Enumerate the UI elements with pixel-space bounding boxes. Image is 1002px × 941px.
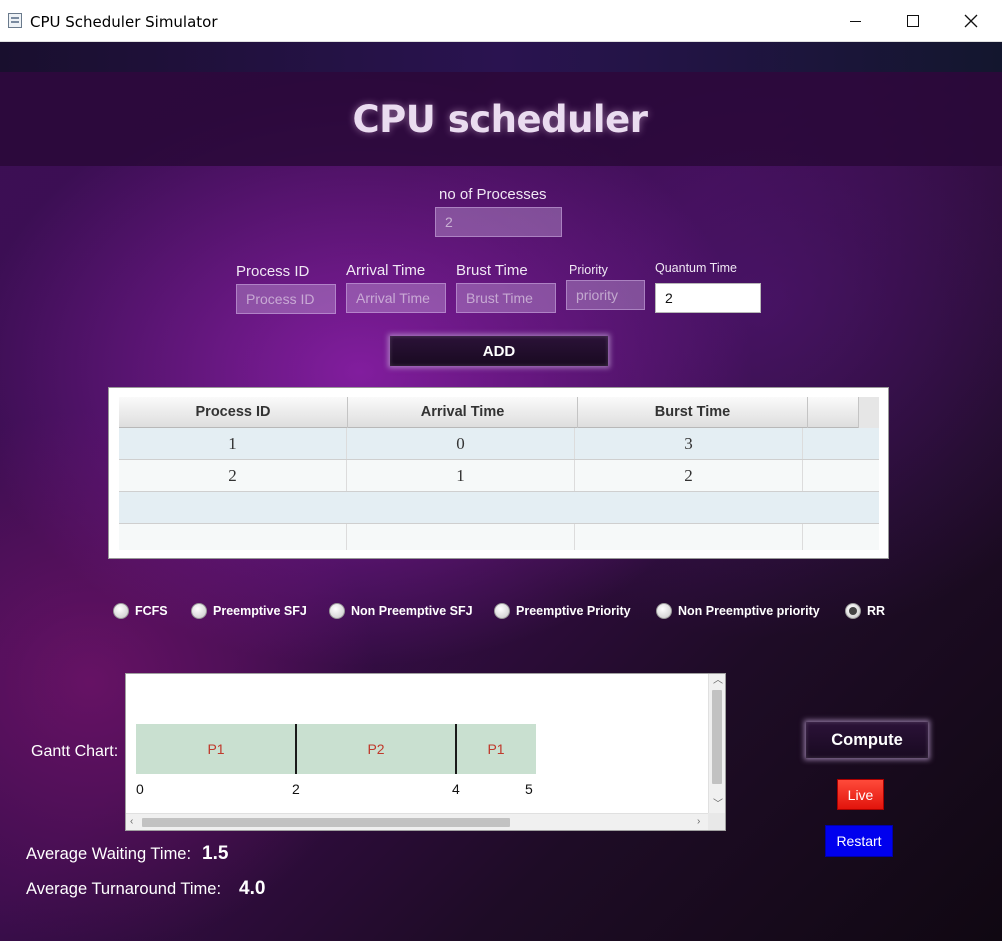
avg-turnaround-time-label: Average Turnaround Time: <box>26 880 222 898</box>
radio-non-preemptive-sjf[interactable]: Non Preemptive SFJ <box>329 603 473 619</box>
cell-arrival-time: 1 <box>347 460 575 491</box>
quantum-time-input[interactable] <box>655 283 761 313</box>
radio-fcfs[interactable]: FCFS <box>113 603 168 619</box>
cell-process-id: 1 <box>119 428 347 459</box>
process-table: Process ID Arrival Time Burst Time 1 0 3… <box>108 387 889 559</box>
processes-count-input[interactable] <box>435 207 562 237</box>
top-strip <box>0 42 1002 72</box>
radio-preemptive-priority[interactable]: Preemptive Priority <box>494 603 631 619</box>
close-icon <box>964 14 978 28</box>
gantt-divider <box>295 724 297 774</box>
restart-button[interactable]: Restart <box>825 825 893 857</box>
live-button[interactable]: Live <box>837 779 884 810</box>
radio-non-preemptive-priority[interactable]: Non Preemptive priority <box>656 603 820 619</box>
table-row[interactable]: 2 1 2 <box>119 460 879 492</box>
radio-indicator <box>191 603 207 619</box>
horizontal-scroll-thumb[interactable] <box>142 818 510 827</box>
column-header-filler <box>808 397 858 428</box>
radio-rr[interactable]: RR <box>845 603 885 619</box>
process-id-input[interactable] <box>236 284 336 314</box>
radio-preemptive-sjf[interactable]: Preemptive SFJ <box>191 603 307 619</box>
avg-waiting-time: Average Waiting Time: 1.5 <box>26 843 228 864</box>
cell-burst-time: 2 <box>575 460 803 491</box>
radio-label: RR <box>867 604 886 618</box>
scroll-left-icon[interactable]: ‹ <box>130 817 133 827</box>
add-button[interactable]: ADD <box>390 336 608 366</box>
table-scroll-corner <box>858 397 879 428</box>
table-row-empty <box>119 492 879 524</box>
gantt-chart-label: Gantt Chart: <box>31 743 119 760</box>
maximize-button[interactable] <box>884 0 942 42</box>
radio-indicator <box>329 603 345 619</box>
radio-label: FCFS <box>135 604 168 618</box>
radio-label: Non Preemptive priority <box>678 604 820 618</box>
scroll-down-icon[interactable]: ﹀ <box>713 800 723 810</box>
window-titlebar: CPU Scheduler Simulator <box>0 0 1002 42</box>
column-header-arrival-time[interactable]: Arrival Time <box>348 397 578 428</box>
table-header: Process ID Arrival Time Burst Time <box>119 397 879 428</box>
gantt-tick-label: 2 <box>292 781 300 797</box>
avg-turnaround-time: Average Turnaround Time: 4.0 <box>26 878 265 899</box>
quantum-time-label: Quantum Time <box>655 261 737 275</box>
priority-input[interactable] <box>566 280 645 310</box>
scroll-right-icon[interactable]: › <box>697 817 700 827</box>
priority-label: Priority <box>569 263 608 277</box>
scroll-corner <box>708 813 725 830</box>
arrival-time-input[interactable] <box>346 283 446 313</box>
burst-time-input[interactable] <box>456 283 556 313</box>
radio-indicator <box>656 603 672 619</box>
column-header-process-id[interactable]: Process ID <box>119 397 348 428</box>
horizontal-scrollbar[interactable]: ‹ › <box>126 813 709 830</box>
app-icon <box>8 13 22 28</box>
scroll-up-icon[interactable]: ︿ <box>713 676 723 686</box>
gantt-tick-label: 4 <box>452 781 460 797</box>
radio-label: Preemptive Priority <box>516 604 631 618</box>
maximize-icon <box>907 15 919 27</box>
avg-turnaround-time-value: 4.0 <box>239 878 266 899</box>
radio-label: Non Preemptive SFJ <box>351 604 473 618</box>
table-row[interactable]: 1 0 3 <box>119 428 879 460</box>
page-title: CPU scheduler <box>352 98 648 141</box>
radio-indicator-selected <box>845 603 861 619</box>
vertical-scrollbar[interactable]: ︿ ﹀ <box>708 674 725 814</box>
table-row-empty <box>119 524 879 550</box>
gantt-divider <box>455 724 457 774</box>
gantt-chart-area: P1 P2 P1 0 2 4 5 <box>126 674 709 814</box>
cell-burst-time: 3 <box>575 428 803 459</box>
burst-time-label: Brust Time <box>456 262 528 279</box>
arrival-time-label: Arrival Time <box>346 262 426 279</box>
gantt-segment-p1: P1 <box>136 724 296 774</box>
gantt-tick-label: 0 <box>136 781 144 797</box>
compute-button[interactable]: Compute <box>806 722 928 758</box>
gantt-segment-p2: P2 <box>296 724 456 774</box>
avg-waiting-time-value: 1.5 <box>202 843 229 864</box>
process-id-label: Process ID <box>236 263 310 280</box>
radio-label: Preemptive SFJ <box>213 604 307 618</box>
vertical-scroll-thumb[interactable] <box>712 690 722 784</box>
gantt-segment-p1: P1 <box>456 724 536 774</box>
app-content: CPU scheduler no of Processes Process ID… <box>0 42 1002 941</box>
column-header-burst-time[interactable]: Burst Time <box>578 397 808 428</box>
radio-indicator <box>113 603 129 619</box>
radio-indicator <box>494 603 510 619</box>
avg-waiting-time-label: Average Waiting Time: <box>26 845 192 863</box>
cell-process-id: 2 <box>119 460 347 491</box>
window-title: CPU Scheduler Simulator <box>30 13 218 31</box>
processes-count-label: no of Processes <box>439 186 547 203</box>
algorithm-selector: FCFS Preemptive SFJ Non Preemptive SFJ P… <box>0 603 1002 623</box>
minimize-button[interactable] <box>826 0 884 42</box>
cell-arrival-time: 0 <box>347 428 575 459</box>
minimize-icon <box>849 20 861 22</box>
gantt-tick-label: 5 <box>525 781 533 797</box>
gantt-chart: P1 P2 P1 0 2 4 5 ︿ ﹀ ‹ › <box>125 673 726 831</box>
close-button[interactable] <box>942 0 1000 42</box>
